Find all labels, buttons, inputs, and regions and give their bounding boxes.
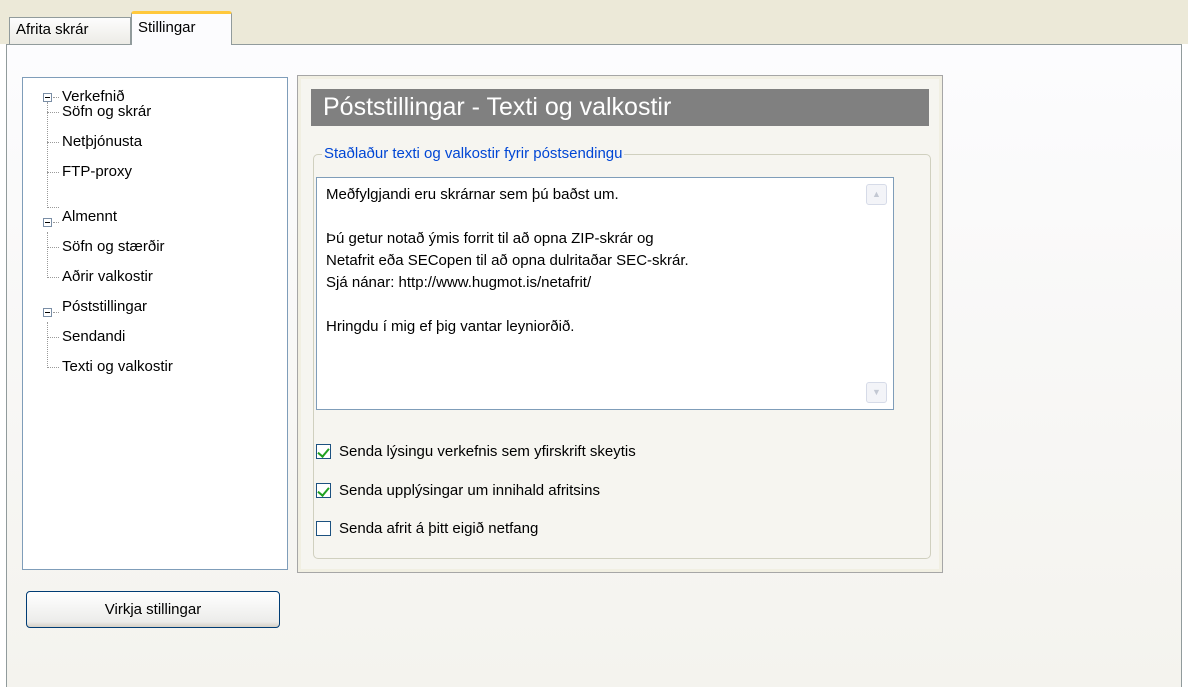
- tree-item-sofn-og-staerdir[interactable]: Söfn og stærðir: [62, 237, 165, 257]
- tree-node-almennt[interactable]: Almennt: [62, 207, 117, 227]
- message-textarea[interactable]: Meðfylgjandi eru skrárnar sem þú baðst u…: [316, 177, 894, 410]
- scroll-down-button[interactable]: ▼: [866, 382, 887, 403]
- option-label: Senda afrit á þitt eigið netfang: [339, 519, 539, 537]
- settings-panel: Póststillingar - Texti og valkostir Stað…: [297, 75, 943, 573]
- tree-item-netthjonusta[interactable]: Netþjónusta: [62, 132, 142, 152]
- option-send-description[interactable]: Senda lýsingu verkefnis sem yfirskrift s…: [316, 440, 636, 462]
- settings-tree[interactable]: Verkefnið Söfn og skrár Netþjónusta FTP-…: [22, 77, 288, 570]
- tree-item-sofn-og-skrar[interactable]: Söfn og skrár: [62, 102, 151, 122]
- tab-stillingar[interactable]: Stillingar: [131, 11, 232, 45]
- collapse-icon[interactable]: [43, 308, 52, 317]
- tree-item-adrir-valkostir[interactable]: Aðrir valkostir: [62, 267, 153, 287]
- tab-strip: Afrita skrár Stillingar: [0, 0, 1188, 45]
- tree-item-texti-og-valkostir[interactable]: Texti og valkostir: [62, 357, 173, 377]
- checkmark-icon: [317, 483, 330, 497]
- checkmark-icon: [317, 444, 330, 458]
- tree-node-poststillingar[interactable]: Póststillingar: [62, 297, 147, 317]
- tree-item-sendandi[interactable]: Sendandi: [62, 327, 125, 347]
- collapse-icon[interactable]: [43, 93, 52, 102]
- apply-settings-button[interactable]: Virkja stillingar: [26, 591, 280, 628]
- checkbox[interactable]: [316, 520, 331, 536]
- scroll-up-button[interactable]: ▲: [866, 184, 887, 205]
- option-send-copy-to-self[interactable]: Senda afrit á þitt eigið netfang: [316, 517, 538, 539]
- tree-item-ftp-proxy[interactable]: FTP-proxy: [62, 162, 132, 182]
- option-send-contents[interactable]: Senda upplýsingar um innihald afritsins: [316, 479, 600, 501]
- checkbox[interactable]: [316, 443, 331, 459]
- message-text[interactable]: Meðfylgjandi eru skrárnar sem þú baðst u…: [326, 184, 856, 338]
- option-label: Senda upplýsingar um innihald afritsins: [339, 481, 600, 499]
- panel-title: Póststillingar - Texti og valkostir: [311, 89, 929, 126]
- collapse-icon[interactable]: [43, 218, 52, 227]
- checkbox[interactable]: [316, 482, 331, 498]
- tab-afrita-skrar[interactable]: Afrita skrár: [9, 17, 131, 44]
- option-label: Senda lýsingu verkefnis sem yfirskrift s…: [339, 442, 636, 460]
- groupbox-label: Staðlaður texti og valkostir fyrir pósts…: [322, 145, 625, 163]
